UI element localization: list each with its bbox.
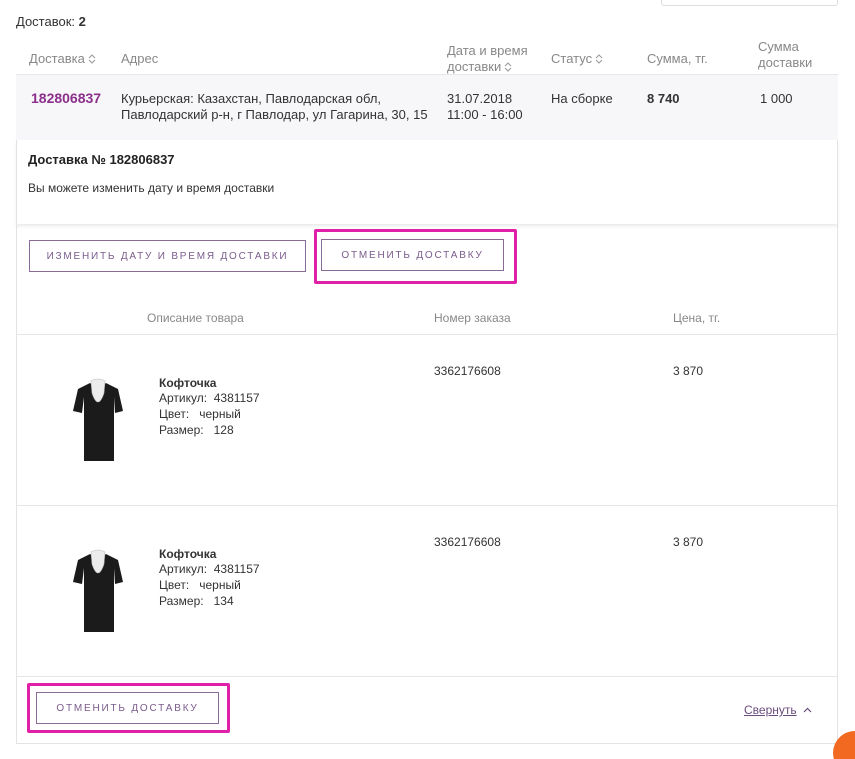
divider <box>16 676 838 677</box>
list-item: Кофточка Артикул: 4381157 Цвет: черный Р… <box>159 376 260 438</box>
delivery-address: Курьерская: Казахстан, Павлодарская обл,… <box>121 91 428 122</box>
cancel-delivery-button-bottom[interactable]: Отменить доставку <box>36 692 219 724</box>
collapse-link[interactable]: Свернуть <box>744 703 812 717</box>
delivery-fee: 1 000 <box>760 91 793 106</box>
product-image-shirt <box>73 378 123 461</box>
sort-icon <box>504 62 512 72</box>
product-price: 3 870 <box>673 364 704 378</box>
items-header-price: Цена, тг. <box>673 311 721 325</box>
product-image-shirt <box>73 549 123 632</box>
delivery-status: На сборке <box>551 91 613 106</box>
product-article: Артикул: 4381157 <box>159 391 260 405</box>
delivery-details-subtitle: Вы можете изменить дату и время доставки <box>28 181 275 195</box>
product-order-number: 3362176608 <box>434 535 501 549</box>
product-name: Кофточка <box>159 547 217 561</box>
cancel-delivery-button[interactable]: Отменить доставку <box>321 239 504 271</box>
items-header-description: Описание товара <box>147 311 244 325</box>
search-field-edge[interactable] <box>661 0 838 6</box>
product-size: Размер: 134 <box>159 594 234 608</box>
product-color: Цвет: черный <box>159 578 241 592</box>
deliveries-count-value: 2 <box>78 14 86 29</box>
product-color: Цвет: черный <box>159 407 241 421</box>
list-item: Кофточка Артикул: 4381157 Цвет: черный Р… <box>159 547 260 609</box>
delivery-datetime: 31.07.2018 11:00 - 16:00 <box>447 91 523 122</box>
column-header-delivery[interactable]: Доставка <box>29 51 96 67</box>
delivery-number-link[interactable]: 182806837 <box>31 90 101 106</box>
column-header-address: Адрес <box>121 51 159 66</box>
change-datetime-button[interactable]: Изменить дату и время доставки <box>29 240 306 272</box>
product-order-number: 3362176608 <box>434 364 501 378</box>
sort-icon <box>88 54 96 64</box>
product-name: Кофточка <box>159 376 217 390</box>
product-article: Артикул: 4381157 <box>159 562 260 576</box>
deliveries-count-label: Доставок: <box>16 14 76 29</box>
deliveries-count: Доставок: 2 <box>16 14 86 29</box>
items-header-order: Номер заказа <box>434 311 511 325</box>
product-size: Размер: 128 <box>159 423 234 437</box>
column-header-sum: Сумма, тг. <box>647 51 708 66</box>
column-header-status[interactable]: Статус <box>551 51 603 67</box>
delivery-details-title: Доставка № 182806837 <box>28 152 175 167</box>
chevron-up-icon <box>803 707 812 713</box>
column-header-delivery-sum: Сумма доставки <box>758 39 813 70</box>
divider <box>16 505 838 506</box>
delivery-sum: 8 740 <box>647 91 680 106</box>
column-header-datetime[interactable]: Дата и время доставки <box>447 43 528 75</box>
divider <box>16 334 838 335</box>
product-price: 3 870 <box>673 535 704 549</box>
sort-icon <box>595 54 603 64</box>
